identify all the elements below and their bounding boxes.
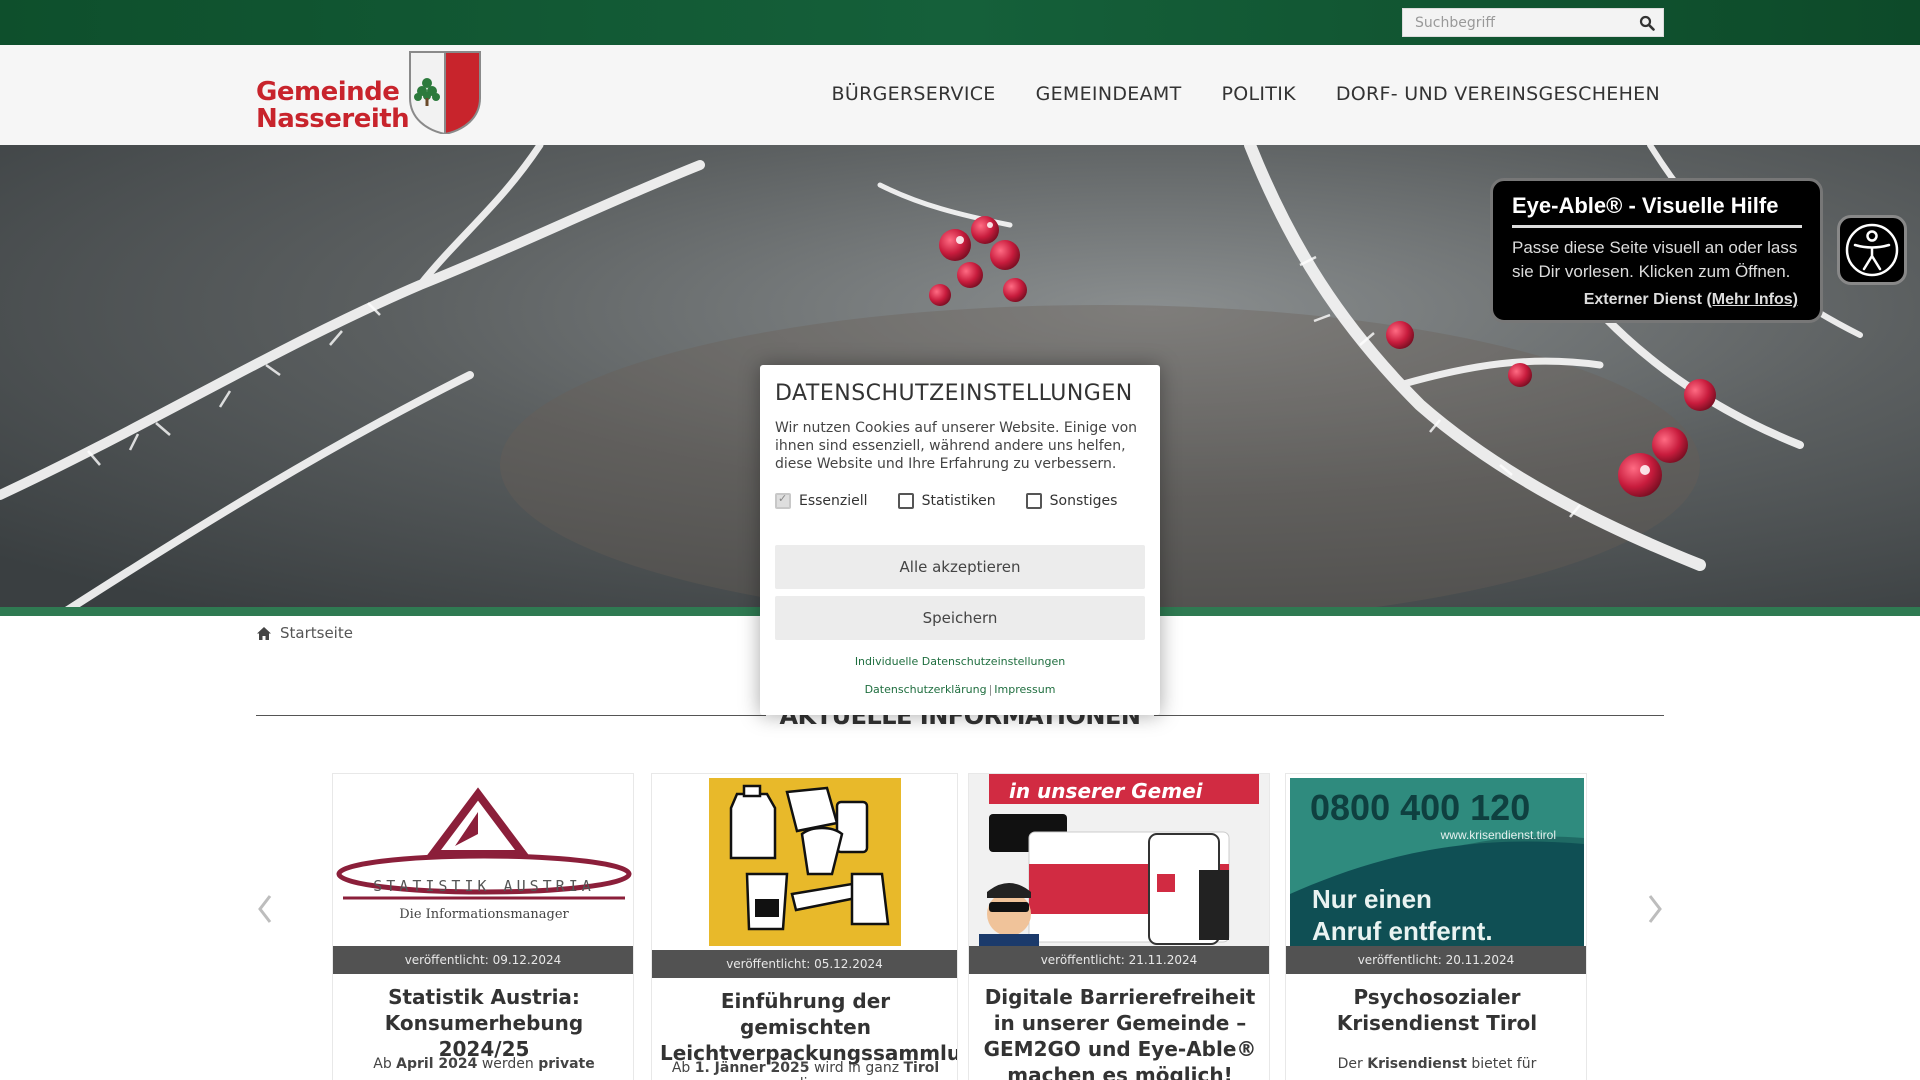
option-statistiken[interactable]: Statistiken	[897, 493, 996, 509]
nav-buergerservice[interactable]: BÜRGERSERVICE	[832, 83, 996, 105]
svg-text:Nur einen: Nur einen	[1312, 884, 1432, 914]
card-title[interactable]: Statistik Austria: Konsumerhebung 2024/2…	[341, 984, 627, 1062]
card-date: veröffentlicht: 21.11.2024	[969, 946, 1269, 974]
card-image: in unserer Gemei	[969, 774, 1269, 946]
nav-dorf-und-vereinsgeschehen[interactable]: DORF- UND VEREINSGESCHEHEN	[1336, 83, 1660, 105]
card-date: veröffentlicht: 05.12.2024	[652, 950, 957, 978]
eye-able-button[interactable]	[1837, 215, 1907, 285]
card-title[interactable]: Digitale Barrierefreiheit in unserer Gem…	[977, 984, 1263, 1080]
svg-text:0800 400 120: 0800 400 120	[1310, 787, 1530, 828]
breadcrumb-home-link[interactable]: Startseite	[280, 624, 353, 642]
svg-text:in unserer Gemei: in unserer Gemei	[1009, 779, 1204, 803]
site-logo[interactable]: Gemeinde Nassereith	[256, 50, 482, 136]
card-image	[652, 774, 957, 950]
essenziell-checkbox[interactable]	[775, 492, 791, 509]
card-title[interactable]: Einführung der gemischten Leichtverpacku…	[660, 988, 957, 1066]
accept-all-button[interactable]: Alle akzeptieren	[775, 545, 1145, 589]
legal-links-row: Datenschutzerklärung | Impressum	[760, 683, 1160, 696]
home-icon[interactable]	[256, 626, 272, 641]
statistik-austria-logo: STATISTIK AUSTRIA Die Informationsmanage…	[336, 787, 632, 922]
option-label: Sonstiges	[1049, 493, 1118, 509]
packaging-waste-illustration	[709, 778, 901, 946]
dialog-title: DATENSCHUTZEINSTELLUNGEN	[775, 381, 1133, 406]
card-date: veröffentlicht: 20.11.2024	[1286, 946, 1586, 974]
eye-able-tooltip[interactable]: Eye-Able® - Visuelle Hilfe Passe diese S…	[1490, 178, 1823, 323]
search-icon[interactable]	[1639, 15, 1655, 31]
accessibility-icon	[1845, 223, 1899, 277]
logo-text: Gemeinde Nassereith	[256, 77, 410, 134]
news-card[interactable]: 0800 400 120 www.krisendienst.tirol Nur …	[1285, 773, 1587, 1080]
option-sonstiges[interactable]: Sonstiges	[1025, 493, 1118, 509]
coat-of-arms-icon	[409, 51, 481, 134]
eye-able-more-info-link[interactable]: (Mehr Infos)	[1706, 291, 1798, 308]
top-bar	[0, 0, 1920, 45]
nav-politik[interactable]: POLITIK	[1221, 83, 1295, 105]
svg-text:Anruf entfernt.: Anruf entfernt.	[1312, 916, 1493, 946]
krisendienst-illustration: 0800 400 120 www.krisendienst.tirol Nur …	[1290, 778, 1584, 946]
cookie-consent-dialog: DATENSCHUTZEINSTELLUNGEN Wir nutzen Cook…	[760, 365, 1160, 715]
eye-able-title: Eye-Able® - Visuelle Hilfe	[1512, 193, 1779, 218]
option-label: Statistiken	[921, 493, 996, 509]
option-essenziell[interactable]: Essenziell	[775, 492, 868, 509]
svg-text:www.krisendienst.tirol: www.krisendienst.tirol	[1440, 828, 1556, 842]
carousel-prev-icon[interactable]	[256, 893, 274, 925]
svg-text:STATISTIK AUSTRIA: STATISTIK AUSTRIA	[373, 877, 595, 895]
search-box	[1402, 8, 1664, 37]
save-button[interactable]: Speichern	[775, 596, 1145, 640]
news-card[interactable]: in unserer Gemei veröffentlicht: 21.11.2…	[968, 773, 1270, 1080]
card-title[interactable]: Psychosozialer Krisendienst Tirol	[1294, 984, 1580, 1036]
breadcrumb: Startseite	[256, 624, 353, 642]
news-card[interactable]: STATISTIK AUSTRIA Die Informationsmanage…	[332, 773, 634, 1080]
statistiken-checkbox[interactable]	[897, 493, 914, 509]
eye-able-service-note: Externer Dienst (Mehr Infos)	[1583, 291, 1798, 308]
eye-able-divider	[1512, 225, 1802, 228]
carousel-next-icon[interactable]	[1646, 893, 1664, 925]
cookie-options: Essenziell Statistiken Sonstiges	[775, 492, 1118, 509]
gem2go-eye-able-illustration: in unserer Gemei	[969, 774, 1269, 946]
news-card[interactable]: veröffentlicht: 05.12.2024 Einführung de…	[651, 773, 958, 1080]
main-nav: BÜRGERSERVICE GEMEINDEAMT POLITIK DORF- …	[832, 83, 1660, 105]
card-image: STATISTIK AUSTRIA Die Informationsmanage…	[333, 774, 633, 946]
dialog-description: Wir nutzen Cookies auf unserer Website. …	[775, 420, 1138, 472]
imprint-link[interactable]: Impressum	[994, 683, 1055, 696]
logo-line-2: Nassereith	[256, 104, 410, 134]
card-date: veröffentlicht: 09.12.2024	[333, 946, 633, 974]
card-teaser: Ab 1. Jänner 2025 wird in ganz Tirol die	[671, 1060, 940, 1080]
card-teaser: Ab April 2024 werden private	[373, 1056, 595, 1072]
card-teaser: Der Krisendienst bietet für	[1337, 1056, 1537, 1072]
privacy-policy-link[interactable]: Datenschutzerklärung	[865, 683, 987, 696]
nav-gemeindeamt[interactable]: GEMEINDEAMT	[1036, 83, 1182, 105]
individual-settings-link[interactable]: Individuelle Datenschutzeinstellungen	[855, 655, 1065, 668]
individual-settings-row: Individuelle Datenschutzeinstellungen	[760, 655, 1160, 668]
option-label: Essenziell	[799, 493, 868, 509]
sonstiges-checkbox[interactable]	[1025, 493, 1042, 509]
site-header: Gemeinde Nassereith BÜRGERSERVICE GEMEIN…	[0, 45, 1920, 145]
search-input[interactable]	[1403, 9, 1623, 36]
logo-line-1: Gemeinde	[256, 77, 400, 107]
card-image: 0800 400 120 www.krisendienst.tirol Nur …	[1286, 774, 1586, 946]
svg-text:Die Informationsmanager: Die Informationsmanager	[399, 907, 569, 922]
eye-able-description: Passe diese Seite visuell an oder lass s…	[1512, 238, 1798, 281]
